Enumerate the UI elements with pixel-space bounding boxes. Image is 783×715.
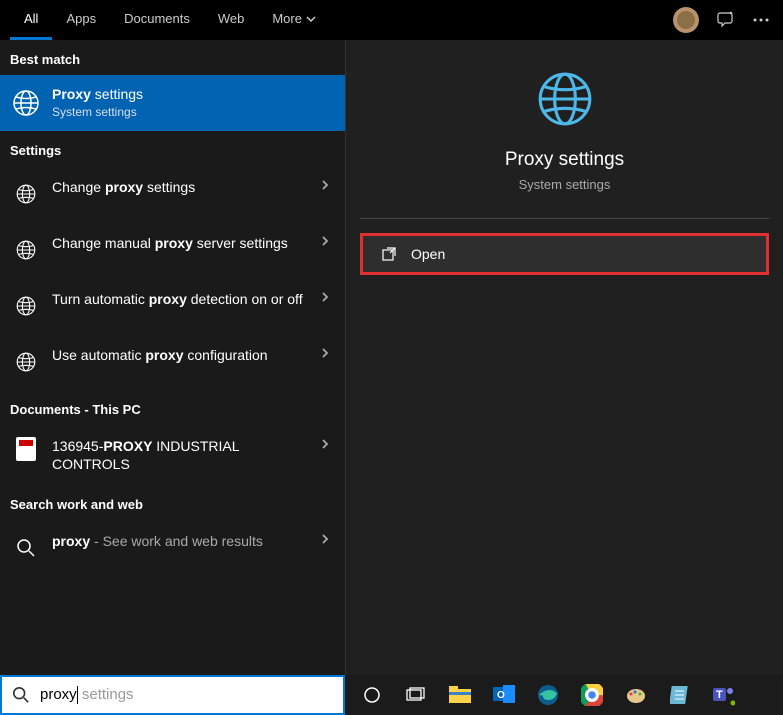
outlook-icon[interactable]: O xyxy=(485,675,523,715)
preview-subtitle: System settings xyxy=(366,177,763,192)
chevron-down-icon xyxy=(306,16,316,22)
tab-documents[interactable]: Documents xyxy=(110,0,204,40)
tab-apps[interactable]: Apps xyxy=(52,0,110,40)
tab-more[interactable]: More xyxy=(258,0,330,40)
pdf-icon xyxy=(16,437,36,461)
task-view-icon[interactable] xyxy=(397,675,435,715)
globe-icon xyxy=(11,88,41,118)
chrome-icon[interactable] xyxy=(573,675,611,715)
globe-icon xyxy=(15,351,37,373)
best-match-header: Best match xyxy=(0,40,345,75)
paint-icon[interactable] xyxy=(617,675,655,715)
chevron-right-icon xyxy=(315,346,335,364)
svg-text:O: O xyxy=(497,690,505,701)
search-results-panel: Best match Proxy settings System setting… xyxy=(0,40,345,675)
tab-web[interactable]: Web xyxy=(204,0,259,40)
settings-header: Settings xyxy=(0,131,345,166)
settings-item-auto-config[interactable]: Use automatic proxy configuration xyxy=(0,334,345,390)
chevron-right-icon xyxy=(315,234,335,252)
tab-all[interactable]: All xyxy=(10,0,52,40)
search-input-bar[interactable]: proxy settings xyxy=(0,675,345,715)
chevron-right-icon xyxy=(315,290,335,308)
globe-icon xyxy=(15,295,37,317)
preview-panel: Proxy settings System settings Open xyxy=(345,40,783,675)
globe-icon xyxy=(15,239,37,261)
notepad-icon[interactable] xyxy=(661,675,699,715)
teams-icon[interactable]: T xyxy=(705,675,743,715)
file-explorer-icon[interactable] xyxy=(441,675,479,715)
chevron-right-icon xyxy=(315,437,335,455)
globe-icon xyxy=(15,183,37,205)
chevron-right-icon xyxy=(315,532,335,550)
open-button[interactable]: Open xyxy=(360,233,769,275)
settings-item-change-proxy[interactable]: Change proxy settings xyxy=(0,166,345,222)
web-search-result[interactable]: proxy - See work and web results xyxy=(0,520,345,576)
open-link-icon xyxy=(381,246,397,262)
settings-item-auto-detection[interactable]: Turn automatic proxy detection on or off xyxy=(0,278,345,334)
cortana-icon[interactable] xyxy=(353,675,391,715)
document-result[interactable]: 136945-PROXY INDUSTRIAL CONTROLS xyxy=(0,425,345,485)
work-web-header: Search work and web xyxy=(0,485,345,520)
documents-header: Documents - This PC xyxy=(0,390,345,425)
search-input[interactable]: proxy settings xyxy=(40,686,333,704)
divider xyxy=(360,218,769,219)
user-avatar[interactable] xyxy=(673,7,699,33)
feedback-icon[interactable] xyxy=(717,11,735,29)
taskbar: O T xyxy=(345,675,783,715)
svg-text:T: T xyxy=(716,689,723,701)
search-icon xyxy=(12,686,30,704)
search-icon xyxy=(16,538,36,558)
preview-title: Proxy settings xyxy=(366,149,763,171)
search-filter-tabs: All Apps Documents Web More xyxy=(0,0,783,40)
ellipsis-icon[interactable] xyxy=(753,18,769,22)
best-match-result[interactable]: Proxy settings System settings xyxy=(0,75,345,131)
chevron-right-icon xyxy=(315,178,335,196)
edge-icon[interactable] xyxy=(529,675,567,715)
globe-icon xyxy=(534,68,596,130)
settings-item-manual-proxy[interactable]: Change manual proxy server settings xyxy=(0,222,345,278)
